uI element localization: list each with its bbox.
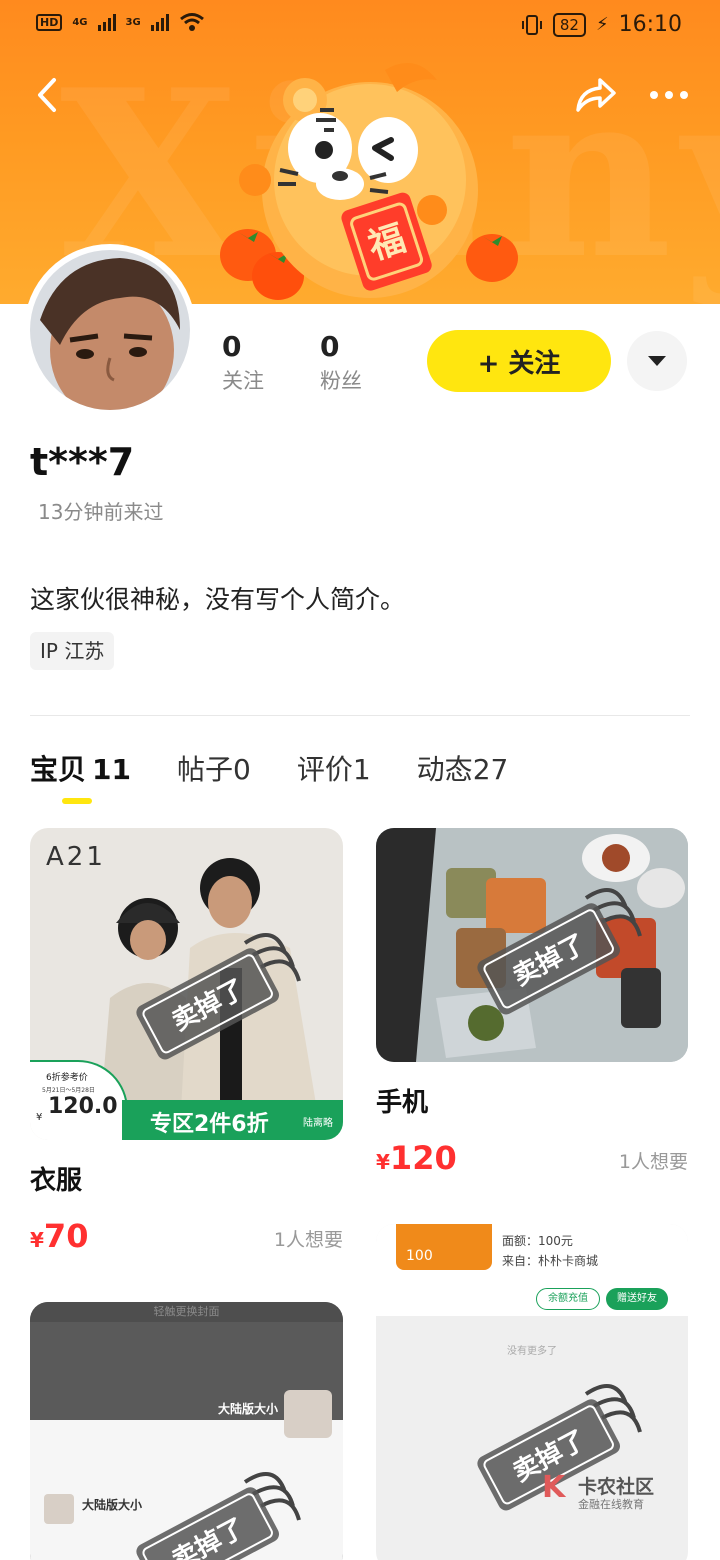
promo-price-badge: 6折参考价 5月21日～5月28日 ¥ 120.0 [30, 1060, 128, 1140]
tab-activity-label: 动态 [416, 753, 473, 786]
giftcard-amount: 100 [406, 1248, 433, 1264]
currency-symbol: ¥ [376, 1150, 390, 1174]
share-icon [576, 78, 616, 112]
tab-activity[interactable]: 动态27 [417, 748, 509, 788]
giftcard-line-1: 面额：100元 [502, 1234, 573, 1248]
giftcard-thumb: 100 [396, 1224, 492, 1270]
want-count: 1人想要 [618, 1151, 688, 1173]
price-value: 120 [389, 1139, 457, 1177]
tab-posts[interactable]: 帖子0 [177, 748, 251, 788]
product-image: 卖掉了 [376, 828, 688, 1062]
tab-items[interactable]: 宝贝 11 [30, 748, 131, 788]
price-row: ¥120 1人想要 [376, 1139, 688, 1179]
promo-currency: ¥ [36, 1112, 43, 1123]
more-dots-icon [650, 91, 688, 99]
product-card[interactable]: 卖掉了 手机 ¥120 1人想要 [376, 828, 688, 1179]
profile-tabs: 宝贝 11 帖子0 评价1 动态27 [30, 748, 508, 788]
tab-reviews[interactable]: 评价1 [297, 748, 371, 788]
fans-count: 0 [320, 330, 340, 363]
giftcard-line-2: 来自：朴朴卡商城 [502, 1254, 599, 1268]
price-value: 70 [43, 1217, 89, 1255]
product-card[interactable]: 轻触更换封面 大陆版大小 大陆版大小 卖掉了 [30, 1302, 343, 1560]
avatar-photo [30, 250, 190, 420]
product-price: ¥120 [376, 1139, 457, 1177]
product-image: A21 6折参考价 5月21日～5月28日 ¥ 120.0 专区2件6折 陆离略 [30, 828, 343, 1140]
sold-stamp: 卖掉了 [136, 933, 301, 1060]
following-stat[interactable]: 0 关注 [222, 330, 264, 395]
sold-stamp: 卖掉了 [477, 888, 642, 1015]
tiger-mascot-illustration: 福 [220, 62, 518, 300]
product-title: 衣服 [30, 1166, 83, 1196]
caret-down-icon [648, 356, 666, 366]
signal-bars-icon [97, 13, 116, 31]
promo-banner-text: 专区2件6折 [150, 1112, 269, 1137]
signal-bars-icon-2 [150, 13, 169, 31]
watermark-k-icon: K [542, 1470, 566, 1505]
battery-level: 82 [552, 12, 586, 37]
product-title: 手机 [376, 1088, 429, 1118]
product-image: 轻触更换封面 大陆版大小 大陆版大小 卖掉了 [30, 1302, 343, 1560]
tab-activity-count: 27 [472, 753, 509, 786]
product-price: ¥70 [30, 1217, 88, 1255]
fans-label: 粉丝 [320, 369, 362, 393]
tab-reviews-label: 评价 [296, 753, 353, 786]
following-label: 关注 [222, 369, 264, 393]
share-button[interactable] [570, 70, 620, 120]
watermark-subtext: 金融在线教育 [578, 1498, 644, 1511]
product-card[interactable]: A21 6折参考价 5月21日～5月28日 ¥ 120.0 专区2件6折 陆离略 [30, 828, 343, 1257]
image-label-1: 大陆版大小 [218, 1402, 279, 1416]
tab-items-label: 宝贝 [30, 753, 87, 786]
promo-banner: 专区2件6折 陆离略 [122, 1100, 343, 1140]
promo-price: 120.0 [48, 1094, 118, 1119]
sold-stamp: 卖掉了 [136, 1472, 301, 1560]
promo-dates: 5月21日～5月28日 [42, 1087, 95, 1094]
price-row: ¥70 1人想要 [30, 1217, 343, 1257]
username: t***7 [30, 440, 135, 484]
avatar[interactable] [24, 244, 196, 420]
bio-text: 这家伙很神秘，没有写个人简介。 [30, 585, 406, 614]
no-more-text: 没有更多了 [507, 1346, 557, 1357]
tab-items-count: 11 [92, 753, 131, 786]
following-count: 0 [222, 330, 242, 363]
tab-reviews-count: 1 [352, 753, 371, 786]
divider [30, 715, 690, 716]
product-card[interactable]: 100 面额：100元 来自：朴朴卡商城 余额充值 赠送好友 没有更多了 卖掉了… [376, 1224, 688, 1560]
clock: 16:10 [618, 12, 682, 37]
vibrate-icon [521, 14, 542, 35]
hd-indicator: HD [36, 13, 63, 31]
gift-friend-button: 赠送好友 [606, 1288, 668, 1310]
ip-location-tag: IP 江苏 [30, 632, 115, 670]
recharge-button: 余额充值 [536, 1288, 600, 1310]
thumb-image-small [44, 1494, 74, 1524]
tab-posts-count: 0 [233, 753, 251, 786]
chevron-left-icon [38, 78, 56, 112]
promo-tag-text: 6折参考价 [46, 1073, 88, 1083]
tab-posts-label: 帖子 [176, 753, 233, 786]
more-options-button[interactable] [644, 78, 694, 112]
last-seen-text: 13分钟前来过 [38, 500, 164, 524]
wifi-icon [179, 13, 204, 31]
signal-4g-label: 4G [72, 16, 88, 28]
charging-icon: ⚡ [595, 14, 609, 35]
fans-stat[interactable]: 0 粉丝 [320, 330, 362, 395]
more-actions-dropdown[interactable] [627, 331, 687, 391]
status-bar: HD 4G 3G 82 ⚡ 16:10 [0, 0, 720, 52]
signal-3g-label: 3G [125, 16, 141, 28]
product-image: 100 面额：100元 来自：朴朴卡商城 余额充值 赠送好友 没有更多了 卖掉了… [376, 1224, 688, 1560]
cover-hint-text: 轻触更换封面 [30, 1302, 343, 1322]
want-count: 1人想要 [273, 1229, 343, 1251]
follow-button[interactable]: + 关注 [427, 330, 611, 392]
back-button[interactable] [28, 70, 68, 120]
watermark-text: 卡农社区 [578, 1476, 655, 1498]
thumb-image [284, 1390, 332, 1438]
promo-banner-small: 陆离略 [303, 1118, 333, 1129]
active-tab-indicator [62, 798, 92, 804]
currency-symbol: ¥ [30, 1228, 44, 1252]
